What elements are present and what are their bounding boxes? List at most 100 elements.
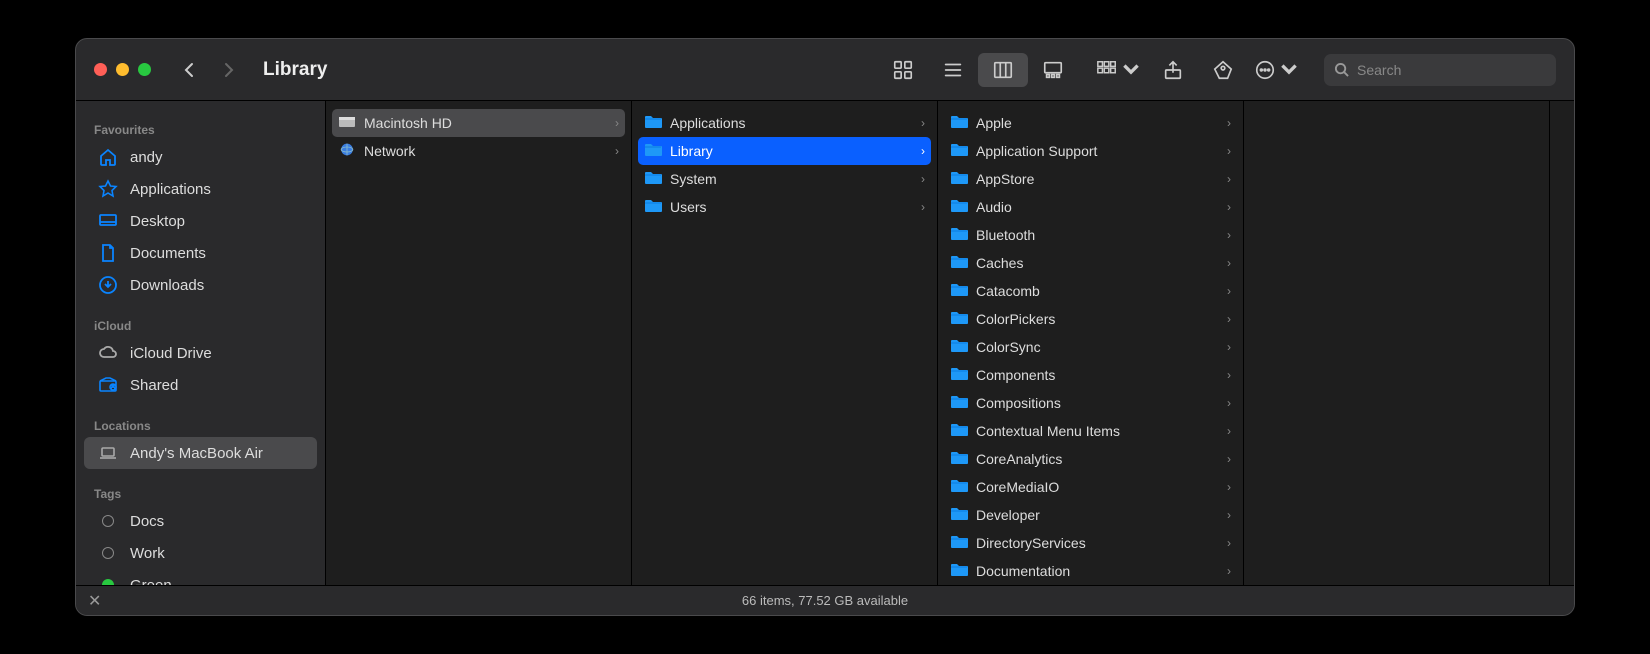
folder-icon — [950, 366, 968, 384]
column-item-colorpickers[interactable]: ColorPickers› — [944, 305, 1237, 333]
column-item-coreanalytics[interactable]: CoreAnalytics › — [944, 445, 1237, 473]
folder-icon — [950, 142, 968, 160]
column-item-label: Bluetooth — [976, 227, 1219, 243]
column-item-coremediaio[interactable]: CoreMediaIO› — [944, 473, 1237, 501]
column-item-developer[interactable]: Developer› — [944, 501, 1237, 529]
shared-icon — [98, 375, 118, 395]
home-icon — [98, 147, 118, 167]
sidebar-item-green[interactable]: Green — [84, 569, 317, 585]
tag-icon — [98, 543, 118, 563]
close-window-button[interactable] — [94, 63, 107, 76]
folder-icon — [950, 282, 968, 300]
chevron-right-icon: › — [1227, 452, 1231, 466]
column-item-caches[interactable]: Caches› — [944, 249, 1237, 277]
sidebar-item-label: Documents — [130, 245, 206, 262]
laptop-icon — [98, 443, 118, 463]
folder-icon — [950, 338, 968, 356]
column-3 — [1244, 101, 1550, 585]
desktop-icon — [98, 211, 118, 231]
hd-icon — [338, 114, 356, 132]
folder-icon — [950, 450, 968, 468]
tags-button[interactable] — [1198, 53, 1248, 87]
sidebar-item-label: iCloud Drive — [130, 345, 212, 362]
column-item-directoryservices[interactable]: DirectoryServices› — [944, 529, 1237, 557]
icon-view-button[interactable] — [878, 53, 928, 87]
sidebar-item-downloads[interactable]: Downloads — [84, 269, 317, 301]
column-browser: Macintosh HD›Network›Applications›Librar… — [326, 101, 1574, 585]
column-item-compositions[interactable]: Compositions › — [944, 389, 1237, 417]
back-button[interactable] — [181, 62, 197, 78]
column-item-contextual-menu-items[interactable]: Contextual Menu Items› — [944, 417, 1237, 445]
column-item-colorsync[interactable]: ColorSync› — [944, 333, 1237, 361]
minimize-window-button[interactable] — [116, 63, 129, 76]
column-item-label: Compositions — [976, 395, 1219, 411]
search-field[interactable] — [1324, 54, 1556, 86]
column-item-library[interactable]: Library› — [638, 137, 931, 165]
folder-icon — [644, 170, 662, 188]
sidebar-item-label: Green — [130, 577, 172, 586]
folder-icon — [950, 310, 968, 328]
chevron-right-icon: › — [1227, 256, 1231, 270]
sidebar-item-label: Downloads — [130, 277, 204, 294]
sidebar-item-documents[interactable]: Documents — [84, 237, 317, 269]
column-item-components[interactable]: Components › — [944, 361, 1237, 389]
sidebar-item-andy[interactable]: andy — [84, 141, 317, 173]
toolbar: Library — [76, 39, 1574, 101]
column-item-bluetooth[interactable]: Bluetooth› — [944, 221, 1237, 249]
folder-icon — [950, 226, 968, 244]
column-view-button[interactable] — [978, 53, 1028, 87]
column-item-documentation[interactable]: Documentation› — [944, 557, 1237, 585]
sidebar-section-header: iCloud — [76, 301, 325, 337]
column-item-label: Application Support — [976, 143, 1219, 159]
column-item-applications[interactable]: Applications› — [638, 109, 931, 137]
download-icon — [98, 275, 118, 295]
column-item-network[interactable]: Network› — [332, 137, 625, 165]
chevron-right-icon: › — [1227, 396, 1231, 410]
folder-icon — [950, 534, 968, 552]
group-by-button[interactable] — [1090, 53, 1148, 87]
share-button[interactable] — [1148, 53, 1198, 87]
path-bar-close-button[interactable]: ✕ — [88, 591, 101, 611]
column-item-label: Library — [670, 143, 913, 159]
maximize-window-button[interactable] — [138, 63, 151, 76]
tag-icon — [98, 511, 118, 531]
column-item-audio[interactable]: Audio› — [944, 193, 1237, 221]
chevron-right-icon: › — [1227, 144, 1231, 158]
column-item-users[interactable]: Users› — [638, 193, 931, 221]
column-item-label: AppStore — [976, 171, 1219, 187]
list-view-button[interactable] — [928, 53, 978, 87]
sidebar-section-header: Favourites — [76, 113, 325, 141]
column-item-label: CoreAnalytics — [976, 451, 1219, 467]
folder-icon — [950, 170, 968, 188]
sidebar-item-applications[interactable]: Applications — [84, 173, 317, 205]
forward-button[interactable] — [221, 62, 237, 78]
more-actions-button[interactable] — [1248, 53, 1306, 87]
chevron-right-icon: › — [1227, 312, 1231, 326]
chevron-right-icon: › — [615, 144, 619, 158]
chevron-right-icon: › — [1227, 368, 1231, 382]
column-item-system[interactable]: System› — [638, 165, 931, 193]
sidebar-item-label: Shared — [130, 377, 178, 394]
sidebar-item-icloud-drive[interactable]: iCloud Drive — [84, 337, 317, 369]
column-item-application-support[interactable]: Application Support › — [944, 137, 1237, 165]
sidebar-item-docs[interactable]: Docs — [84, 505, 317, 537]
sidebar-item-andy-s-macbook-air[interactable]: Andy's MacBook Air — [84, 437, 317, 469]
sidebar: FavouritesandyApplicationsDesktop Documen… — [76, 101, 326, 585]
column-item-label: ColorSync — [976, 339, 1219, 355]
column-item-label: Components — [976, 367, 1219, 383]
search-input[interactable] — [1357, 62, 1546, 78]
sidebar-item-shared[interactable]: Shared — [84, 369, 317, 401]
column-item-appstore[interactable]: AppStore› — [944, 165, 1237, 193]
column-item-macintosh-hd[interactable]: Macintosh HD› — [332, 109, 625, 137]
column-item-catacomb[interactable]: Catacomb› — [944, 277, 1237, 305]
column-item-label: Users — [670, 199, 913, 215]
sidebar-item-work[interactable]: Work — [84, 537, 317, 569]
chevron-right-icon: › — [1227, 116, 1231, 130]
column-item-apple[interactable]: Apple› — [944, 109, 1237, 137]
toolbar-actions — [1090, 53, 1306, 87]
column-item-label: Documentation — [976, 563, 1219, 579]
gallery-view-button[interactable] — [1028, 53, 1078, 87]
chevron-right-icon: › — [1227, 480, 1231, 494]
sidebar-item-desktop[interactable]: Desktop — [84, 205, 317, 237]
folder-icon — [950, 478, 968, 496]
